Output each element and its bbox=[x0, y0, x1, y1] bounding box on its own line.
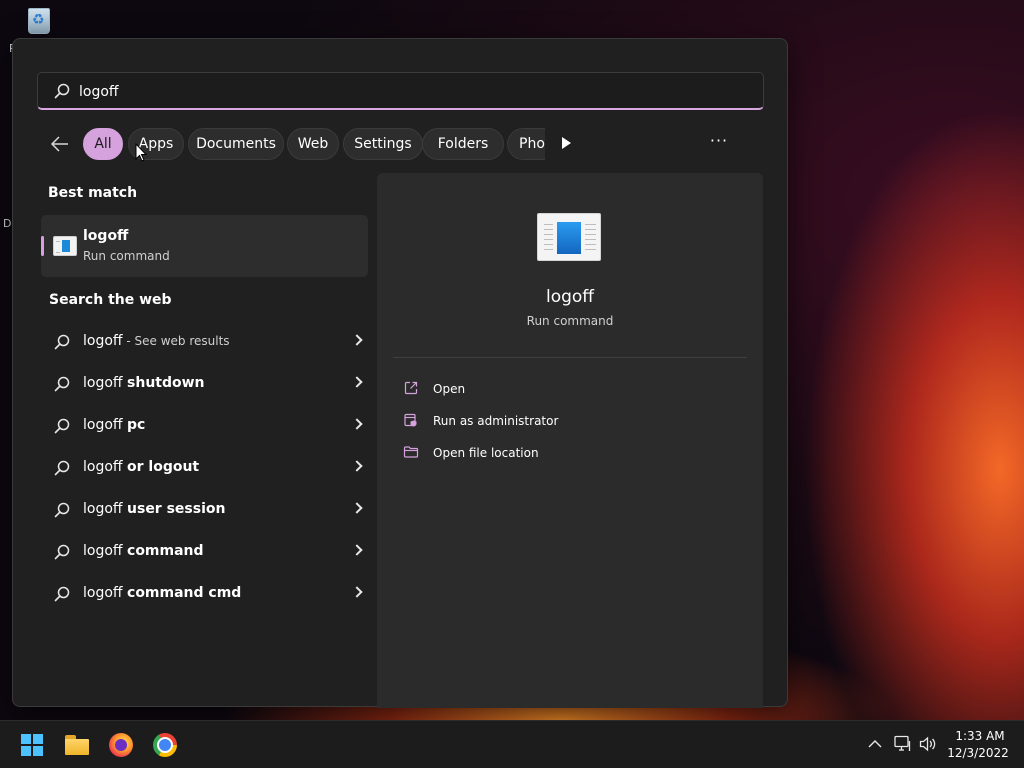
web-result-query: logoff bbox=[83, 375, 128, 391]
chevron-right-icon bbox=[351, 418, 363, 430]
back-arrow-icon[interactable] bbox=[50, 135, 70, 153]
volume-icon[interactable] bbox=[919, 736, 937, 752]
action-open-file-location[interactable]: Open file location bbox=[403, 443, 733, 463]
tab-photos-clipped[interactable]: Pho bbox=[507, 128, 545, 160]
web-result-text: logoff command bbox=[83, 543, 204, 559]
search-web-heading: Search the web bbox=[49, 292, 172, 308]
web-result-query: logoff bbox=[83, 543, 128, 559]
search-panel: All Apps Documents Web Settings Folders … bbox=[12, 38, 788, 708]
web-result-suggestion: pc bbox=[127, 417, 146, 433]
chevron-right-icon bbox=[351, 376, 363, 388]
web-result-suggestion: command bbox=[127, 543, 204, 559]
tab-photos[interactable]: Pho bbox=[507, 128, 545, 160]
file-explorer-icon[interactable] bbox=[65, 735, 89, 755]
web-result-query: logoff bbox=[83, 417, 128, 433]
search-icon bbox=[54, 376, 70, 392]
web-result-item[interactable]: logoff shutdown bbox=[41, 366, 363, 402]
web-result-item[interactable]: logoff command bbox=[41, 534, 363, 570]
best-match-result[interactable]: logoff Run command bbox=[41, 215, 368, 277]
clock-time[interactable]: 1:33 AM bbox=[948, 729, 1012, 743]
web-result-item[interactable]: logoff user session bbox=[41, 492, 363, 528]
search-icon bbox=[54, 502, 70, 518]
best-match-type: Run command bbox=[83, 249, 170, 263]
web-result-item[interactable]: logoff command cmd bbox=[41, 576, 363, 612]
divider bbox=[393, 357, 747, 358]
web-result-query: logoff bbox=[83, 459, 128, 475]
web-result-hint: - See web results bbox=[122, 334, 230, 348]
chevron-up-icon[interactable] bbox=[868, 739, 882, 749]
action-open[interactable]: Open bbox=[403, 379, 733, 399]
best-match-name: logoff bbox=[83, 228, 129, 244]
tab-web[interactable]: Web bbox=[287, 128, 339, 160]
web-result-item[interactable]: logoff or logout bbox=[41, 450, 363, 486]
more-options-button[interactable]: ··· bbox=[707, 133, 731, 153]
run-command-app-icon bbox=[53, 236, 77, 256]
web-result-text: logoff - See web results bbox=[83, 333, 230, 349]
web-result-text: logoff pc bbox=[83, 417, 145, 433]
web-result-item[interactable]: logoff - See web results bbox=[41, 324, 363, 360]
tab-all[interactable]: All bbox=[83, 128, 123, 160]
detail-title: logoff bbox=[545, 287, 595, 307]
web-result-query: logoff bbox=[83, 333, 123, 349]
search-input[interactable] bbox=[79, 82, 679, 102]
chevron-right-icon bbox=[351, 460, 363, 472]
mouse-cursor-icon bbox=[135, 143, 147, 162]
network-icon[interactable] bbox=[894, 735, 912, 752]
admin-shield-icon bbox=[404, 413, 417, 427]
search-icon bbox=[54, 544, 70, 560]
filter-tabs: All Apps Documents Web Settings Folders … bbox=[37, 128, 772, 160]
taskbar: 1:33 AM 12/3/2022 bbox=[0, 720, 1024, 768]
action-label: Open bbox=[433, 382, 466, 396]
run-command-large-icon bbox=[537, 213, 601, 261]
web-result-text: logoff command cmd bbox=[83, 585, 241, 601]
web-result-text: logoff user session bbox=[83, 501, 225, 517]
tab-folders[interactable]: Folders bbox=[422, 128, 504, 160]
chevron-right-icon bbox=[351, 586, 363, 598]
selection-indicator bbox=[41, 236, 44, 256]
windows-start-icon[interactable] bbox=[21, 734, 43, 756]
web-result-item[interactable]: logoff pc bbox=[41, 408, 363, 444]
clock-date[interactable]: 12/3/2022 bbox=[944, 746, 1012, 760]
firefox-icon[interactable] bbox=[109, 733, 133, 757]
web-result-suggestion: command cmd bbox=[127, 585, 242, 601]
web-result-suggestion: or logout bbox=[127, 459, 200, 475]
chevron-right-icon bbox=[351, 502, 363, 514]
tab-settings[interactable]: Settings bbox=[343, 128, 423, 160]
best-match-heading: Best match bbox=[48, 185, 138, 201]
action-label: Open file location bbox=[433, 446, 539, 460]
web-result-suggestion: user session bbox=[127, 501, 226, 517]
chevron-right-icon bbox=[351, 334, 363, 346]
web-result-suggestion: shutdown bbox=[127, 375, 205, 391]
action-run-as-admin[interactable]: Run as administrator bbox=[403, 411, 733, 431]
web-result-query: logoff bbox=[83, 501, 128, 517]
tab-documents[interactable]: Documents bbox=[188, 128, 284, 160]
action-label: Run as administrator bbox=[433, 414, 559, 428]
chevron-right-icon bbox=[351, 544, 363, 556]
detail-subtitle: Run command bbox=[526, 314, 614, 328]
chrome-icon[interactable] bbox=[153, 733, 177, 757]
search-icon bbox=[54, 460, 70, 476]
open-external-icon bbox=[404, 381, 418, 395]
web-result-query: logoff bbox=[83, 585, 128, 601]
web-result-text: logoff shutdown bbox=[83, 375, 205, 391]
search-icon bbox=[54, 83, 70, 99]
detail-pane: logoff Run command Open Run as administr… bbox=[377, 173, 763, 708]
search-icon bbox=[54, 334, 70, 350]
search-icon bbox=[54, 586, 70, 602]
recycle-bin-icon[interactable] bbox=[26, 8, 52, 36]
web-result-text: logoff or logout bbox=[83, 459, 199, 475]
scroll-tabs-right-icon[interactable] bbox=[562, 137, 571, 149]
search-box[interactable] bbox=[37, 72, 764, 110]
folder-outline-icon bbox=[403, 446, 419, 458]
search-icon bbox=[54, 418, 70, 434]
